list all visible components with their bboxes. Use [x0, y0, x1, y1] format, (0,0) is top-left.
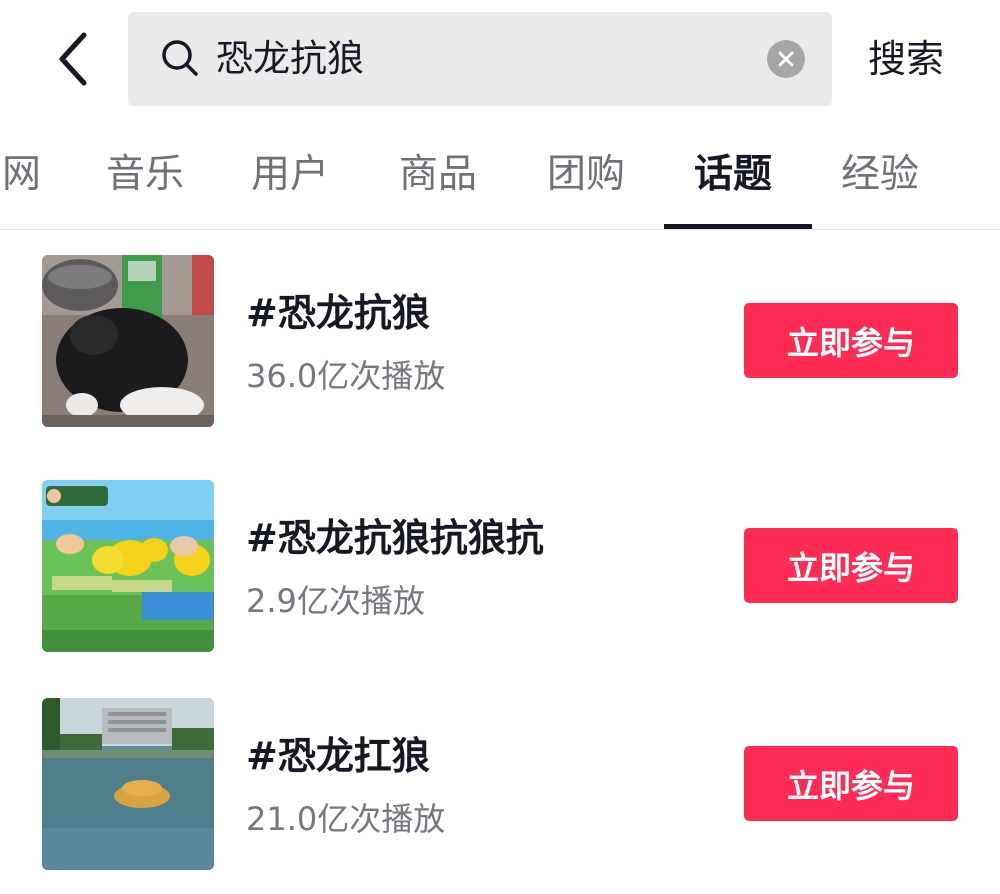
topic-title: #恐龙扛狼 [246, 734, 430, 778]
back-button[interactable] [44, 26, 100, 92]
clear-icon [778, 51, 794, 67]
game-screenshot-thumbnail[interactable] [42, 480, 214, 652]
join-topic-button[interactable]: 立即参与 [744, 303, 958, 378]
chevron-left-icon [59, 32, 87, 86]
dragon-boat-river-thumbnail[interactable] [42, 698, 214, 870]
clear-search-button[interactable] [767, 40, 805, 78]
topic-title: #恐龙抗狼抗狼抗 [246, 516, 544, 560]
join-topic-button[interactable]: 立即参与 [744, 746, 958, 821]
topic-play-count: 36.0亿次播放 [246, 357, 446, 395]
topic-row[interactable]: #恐龙抗狼 36.0亿次播放 立即参与 [0, 255, 1000, 427]
tab-users[interactable]: 用户 [251, 146, 329, 204]
tab-web[interactable]: 网 [2, 146, 41, 204]
search-submit-button[interactable]: 搜索 [868, 30, 944, 88]
search-icon [162, 40, 198, 76]
search-input[interactable] [216, 30, 736, 88]
tab-experience[interactable]: 经验 [841, 146, 919, 204]
topic-play-count: 2.9亿次播放 [246, 582, 425, 620]
tab-products[interactable]: 商品 [399, 146, 477, 204]
category-tabs: 网 音乐 用户 商品 团购 话题 经验 [0, 118, 1000, 230]
top-bar: 搜索 [0, 0, 1000, 118]
topic-title: #恐龙抗狼 [246, 291, 430, 335]
tab-music[interactable]: 音乐 [106, 146, 184, 204]
topic-play-count: 21.0亿次播放 [246, 800, 446, 838]
topic-row[interactable]: #恐龙扛狼 21.0亿次播放 立即参与 [0, 698, 1000, 870]
tab-topics[interactable]: 话题 [694, 146, 772, 204]
cat-video-thumbnail[interactable] [42, 255, 214, 427]
active-tab-indicator [664, 224, 812, 229]
join-topic-button[interactable]: 立即参与 [744, 528, 958, 603]
topic-row[interactable]: #恐龙抗狼抗狼抗 2.9亿次播放 立即参与 [0, 480, 1000, 652]
tab-group-buy[interactable]: 团购 [547, 146, 625, 204]
